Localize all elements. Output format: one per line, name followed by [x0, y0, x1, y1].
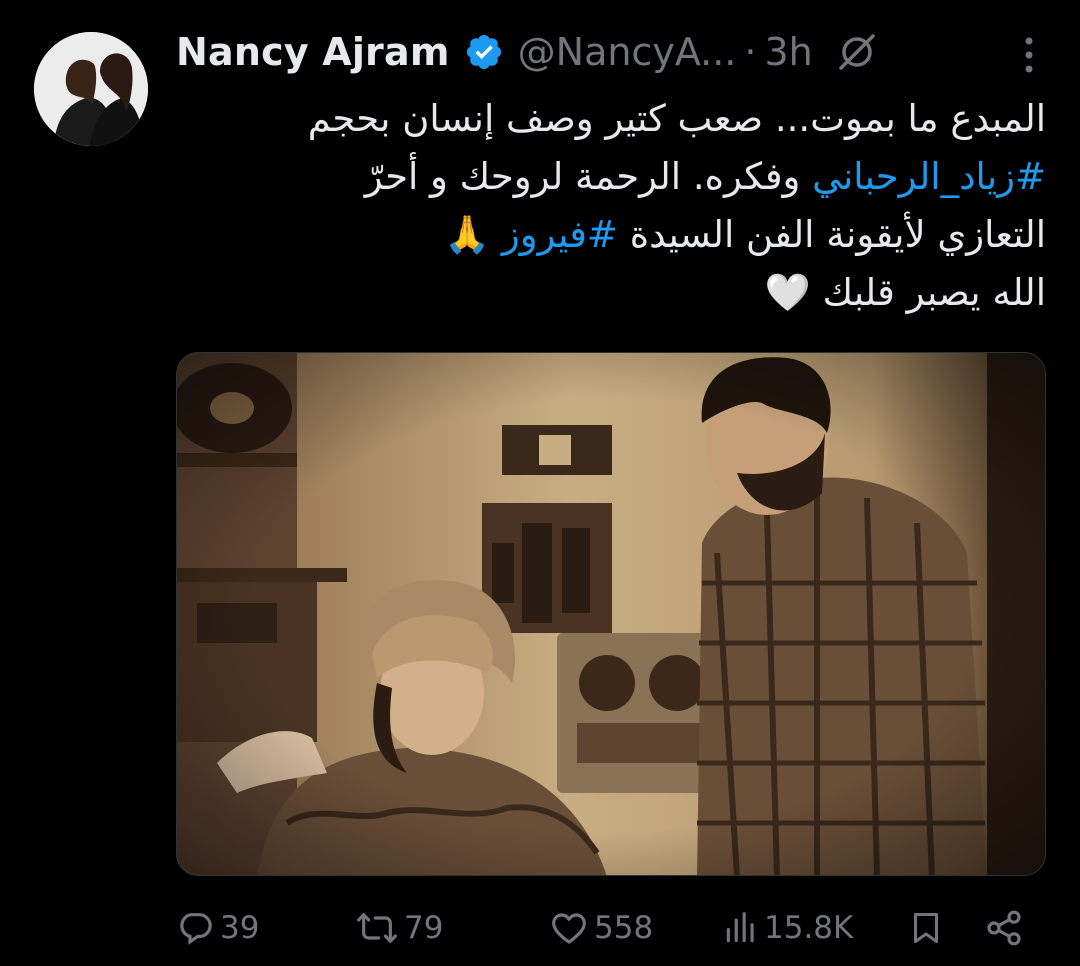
tweet-text-segment: المبدع ما بموت... صعب كتير وصف إنسان بحج… — [307, 97, 1046, 140]
tweet-text-segment: الله يصبر قلبك 🤍 — [764, 271, 1046, 314]
bookmark-button[interactable] — [908, 900, 944, 956]
views-icon — [726, 912, 754, 943]
verified-badge-icon — [466, 34, 501, 70]
repost-button[interactable]: 79 — [354, 900, 443, 956]
bookmark-icon — [914, 913, 938, 943]
author-name[interactable]: Nancy Ajram — [176, 30, 450, 74]
like-button[interactable]: 558 — [548, 900, 653, 956]
reply-icon — [180, 913, 212, 945]
tweet-text: المبدع ما بموت... صعب كتير وصف إنسان بحج… — [176, 90, 1046, 322]
reply-button[interactable]: 39 — [176, 900, 259, 956]
photo-image — [177, 353, 1045, 875]
tweet-photo[interactable] — [176, 352, 1046, 876]
views-button[interactable]: 15.8K — [722, 900, 853, 956]
tweet-text-line: #زياد_الرحباني وفكره. الرحمة لروحك و أحر… — [176, 148, 1046, 206]
action-bar: 39 79 558 15.8K — [176, 900, 1046, 956]
repost-count: 79 — [404, 910, 444, 946]
share-icon — [987, 910, 1021, 946]
views-count: 15.8K — [764, 910, 854, 946]
author-handle[interactable]: @NancyA... — [518, 30, 737, 74]
tweet-text-line: الله يصبر قلبك 🤍 — [176, 264, 1046, 322]
hashtag-link[interactable]: #فيروز — [502, 213, 618, 256]
tweet-text-segment: 🙏 — [444, 213, 502, 256]
author-avatar[interactable] — [34, 32, 148, 146]
tweet-text-segment: التعازي لأيقونة الفن السيدة — [617, 213, 1046, 256]
tweet-text-line: التعازي لأيقونة الفن السيدة #فيروز 🙏 — [176, 206, 1046, 264]
like-count: 558 — [594, 910, 654, 946]
tweet-text-segment: وفكره. الرحمة لروحك و أحرّ — [364, 155, 813, 198]
hashtag-link[interactable]: #زياد_الرحباني — [812, 155, 1046, 198]
repost-icon — [357, 913, 397, 943]
more-icon[interactable] — [1022, 36, 1036, 74]
avatar-photo — [34, 32, 148, 146]
share-button[interactable] — [984, 900, 1024, 956]
like-icon — [552, 913, 586, 944]
reply-count: 39 — [220, 910, 260, 946]
tweet-text-line: المبدع ما بموت... صعب كتير وصف إنسان بحج… — [176, 90, 1046, 148]
tweet-timestamp[interactable]: 3h — [764, 30, 812, 74]
tweet-header: Nancy Ajram @NancyA... · 3h — [176, 26, 1040, 78]
separator-dot: · — [744, 30, 757, 74]
grok-icon[interactable] — [835, 30, 879, 74]
